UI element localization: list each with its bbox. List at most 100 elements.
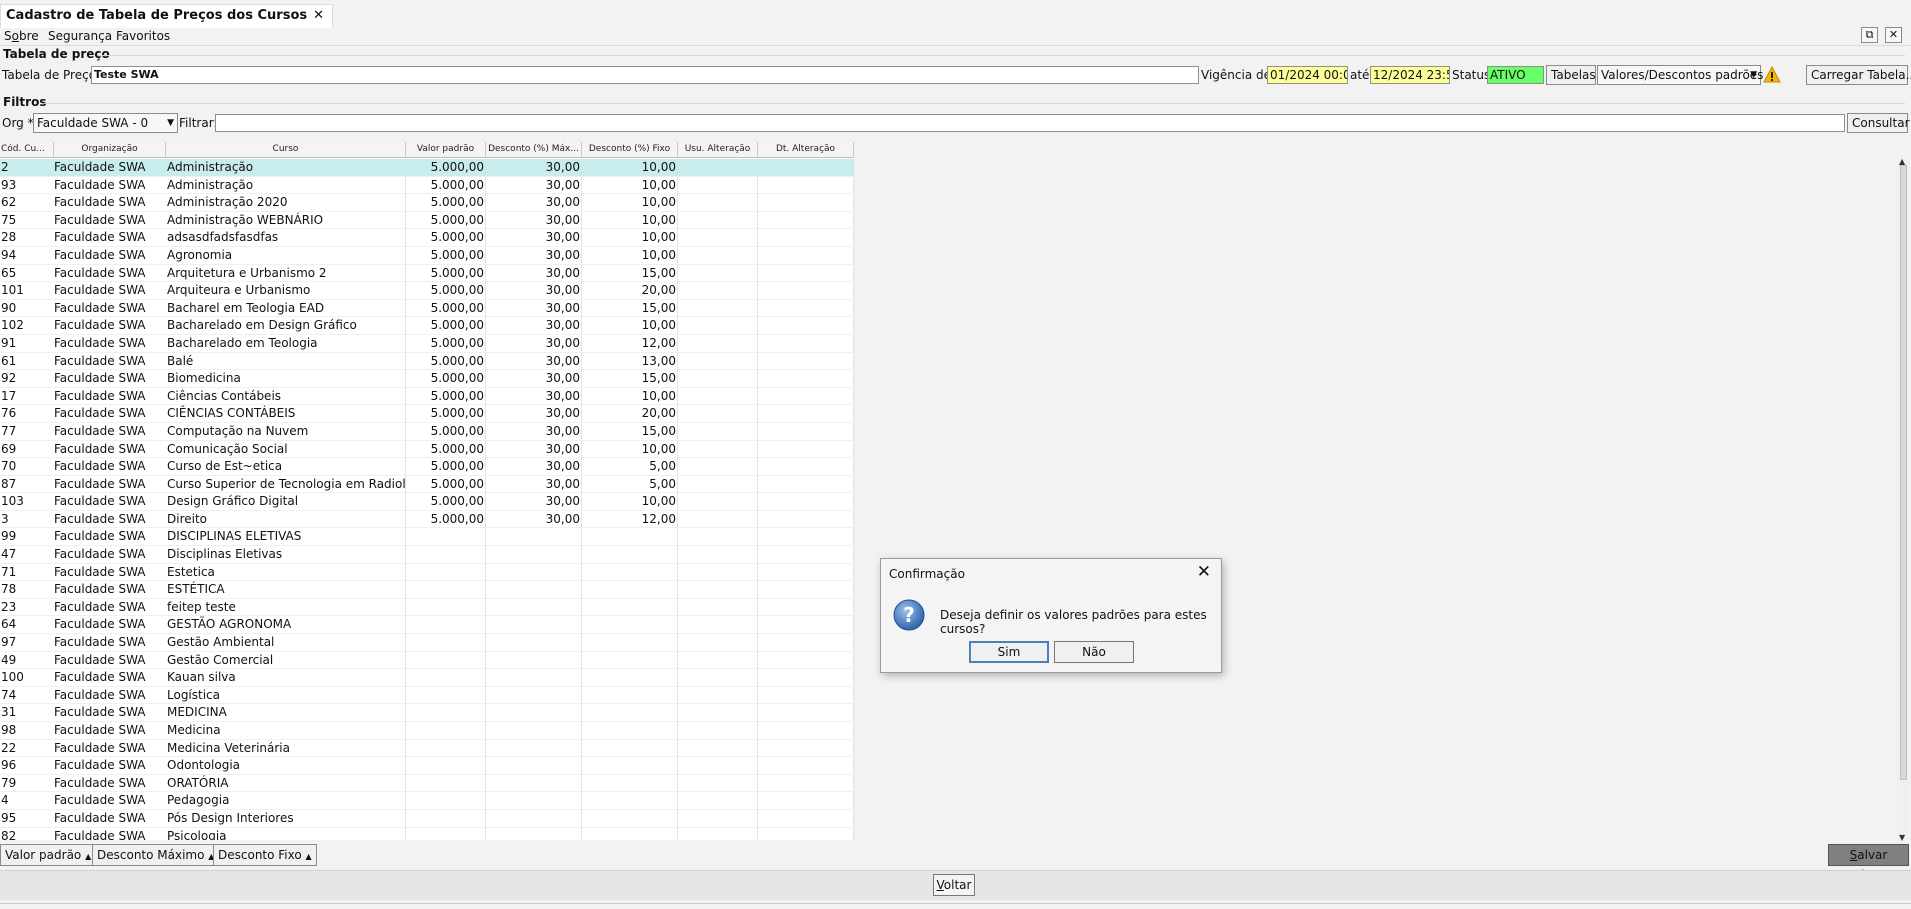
nao-button[interactable]: Não xyxy=(1054,641,1134,663)
table-row[interactable]: 87 Faculdade SWA Curso Superior de Tecnolo… xyxy=(0,476,854,494)
col-desconto-maximo[interactable]: Desconto (%) Máx... xyxy=(486,142,582,158)
table-cell xyxy=(486,581,582,598)
table-row[interactable]: 96 Faculdade SWA Odontologia xyxy=(0,757,854,775)
table-cell: 5.000,00 xyxy=(430,371,484,386)
table-row[interactable]: 31 Faculdade SWA MEDICINA xyxy=(0,704,854,722)
table-row[interactable]: 76 Faculdade SWA CIÊNCIAS CONTÁBEIS 5.000,0… xyxy=(0,405,854,423)
vigencia-de-field[interactable]: 01/2024 00:00 xyxy=(1267,66,1348,84)
table-row[interactable]: 100 Faculdade SWA Kauan silva xyxy=(0,669,854,687)
table-cell xyxy=(406,634,486,651)
table-cell: DISCIPLINAS ELETIVAS xyxy=(167,529,302,544)
table-cell: Faculdade SWA xyxy=(54,388,146,403)
col-organizacao[interactable]: Organização xyxy=(54,142,166,158)
table-cell: Faculdade SWA xyxy=(54,758,146,773)
table-row[interactable]: 93 Faculdade SWA Administração 5.000,00 30,0… xyxy=(0,177,854,195)
dialog-close-icon[interactable]: ✕ xyxy=(1197,562,1211,582)
ate-field[interactable]: 12/2024 23:59 xyxy=(1370,66,1450,84)
tab-close-icon[interactable]: ✕ xyxy=(313,8,324,23)
table-cell: 82 xyxy=(1,828,17,840)
table-cell: 5.000,00 xyxy=(430,283,484,298)
table-cell: 12,00 xyxy=(641,335,676,350)
table-cell xyxy=(486,564,582,581)
menu-favoritos[interactable]: Favoritos xyxy=(116,29,170,43)
table-row[interactable]: 97 Faculdade SWA Gestão Ambiental xyxy=(0,634,854,652)
table-row[interactable]: 95 Faculdade SWA Pós Design Interiores xyxy=(0,810,854,828)
col-usu-alteracao[interactable]: Usu. Alteração xyxy=(678,142,758,158)
menu-sobre[interactable]: Sobre xyxy=(4,29,39,43)
table-row[interactable]: 78 Faculdade SWA ESTÉTICA xyxy=(0,581,854,599)
table-row[interactable]: 102 Faculdade SWA Bacharelado em Design Gr… xyxy=(0,317,854,335)
status-field[interactable]: ATIVO xyxy=(1487,66,1544,84)
table-cell: Faculdade SWA xyxy=(54,617,146,632)
table-row[interactable]: 17 Faculdade SWA Ciências Contábeis 5.000,0… xyxy=(0,388,854,406)
table-row[interactable]: 2 Faculdade SWA Administração 5.000,00 30,00… xyxy=(0,159,854,177)
desconto-fixo-button[interactable]: Desconto Fixo ▲ xyxy=(213,844,317,866)
col-cod-curso[interactable]: Cód. Cu... xyxy=(0,142,54,158)
filtrar-input[interactable] xyxy=(215,114,1845,132)
valores-descontos-combo[interactable]: Valores/Descontos padrões ▼ xyxy=(1597,65,1763,85)
table-row[interactable]: 77 Faculdade SWA Computação na Nuvem 5.000,… xyxy=(0,423,854,441)
desconto-maximo-button[interactable]: Desconto Máximo ▲ xyxy=(92,844,220,866)
menu-seguranca[interactable]: Segurança xyxy=(48,29,112,43)
table-cell: 15,00 xyxy=(641,371,676,386)
table-row[interactable]: 71 Faculdade SWA Estetica xyxy=(0,564,854,582)
sim-button[interactable]: Sim xyxy=(969,641,1049,663)
table-cell xyxy=(406,546,486,563)
table-cell: 49 xyxy=(1,652,17,667)
table-cell: 65 xyxy=(1,265,17,280)
table-row[interactable]: 61 Faculdade SWA Balé 5.000,00 30,00 13,00 xyxy=(0,353,854,371)
scroll-down-icon[interactable]: ▼ xyxy=(1899,833,1905,842)
table-row[interactable]: 4 Faculdade SWA Pedagogia xyxy=(0,792,854,810)
table-row[interactable]: 22 Faculdade SWA Medicina Veterinária xyxy=(0,740,854,758)
scroll-thumb[interactable] xyxy=(1900,165,1907,780)
table-cell: 10,00 xyxy=(641,494,676,509)
table-row[interactable]: 91 Faculdade SWA Bacharelado em Teologia 5.… xyxy=(0,335,854,353)
valor-padrao-button[interactable]: Valor padrão ▲ xyxy=(0,844,97,866)
table-row[interactable]: 103 Faculdade SWA Design Gráfico Digital 5.… xyxy=(0,493,854,511)
table-row[interactable]: 94 Faculdade SWA Agronomia 5.000,00 30,00 10,… xyxy=(0,247,854,265)
table-row[interactable]: 79 Faculdade SWA ORATÓRIA xyxy=(0,775,854,793)
table-cell: Direito xyxy=(167,511,208,526)
table-scrollbar[interactable]: ▲ ▼ xyxy=(1898,157,1909,842)
table-row[interactable]: 82 Faculdade SWA Psicologia xyxy=(0,828,854,840)
voltar-button[interactable]: Voltar xyxy=(933,874,975,896)
table-row[interactable]: 49 Faculdade SWA Gestão Comercial xyxy=(0,652,854,670)
table-cell xyxy=(486,757,582,774)
tabelas-button[interactable]: Tabelas xyxy=(1546,65,1596,85)
table-row[interactable]: 65 Faculdade SWA Arquitetura e Urbanismo 2… xyxy=(0,265,854,283)
table-row[interactable]: 23 Faculdade SWA feitep teste xyxy=(0,599,854,617)
tab-cadastro-tabela-precos[interactable]: Cadastro de Tabela de Preços dos Cursos ✕ xyxy=(0,4,334,28)
table-row[interactable]: 28 Faculdade SWA adsasdfadsfasdfas 5.000,00… xyxy=(0,229,854,247)
table-row[interactable]: 64 Faculdade SWA GESTÃO AGRONOMA xyxy=(0,616,854,635)
table-cell: 30,00 xyxy=(545,212,580,227)
col-dt-alteracao[interactable]: Dt. Alteração xyxy=(758,142,854,158)
carregar-tabela-button[interactable]: Carregar Tabela... xyxy=(1806,65,1911,85)
chevron-down-icon: ▼ xyxy=(1750,70,1757,80)
table-row[interactable]: 47 Faculdade SWA Disciplinas Eletivas xyxy=(0,546,854,564)
col-desconto-fixo[interactable]: Desconto (%) Fixo xyxy=(582,142,678,158)
col-valor-padrao[interactable]: Valor padrão xyxy=(406,142,486,158)
table-row[interactable]: 92 Faculdade SWA Biomedicina 5.000,00 30,00 1… xyxy=(0,370,854,388)
org-combo[interactable]: Faculdade SWA - 0 ▼ xyxy=(33,113,178,133)
detach-window-icon[interactable]: ⧉ xyxy=(1861,27,1878,43)
table-cell: 99 xyxy=(1,529,17,544)
table-row[interactable]: 90 Faculdade SWA Bacharel em Teologia EAD 5… xyxy=(0,300,854,318)
table-row[interactable]: 62 Faculdade SWA Administração 2020 5.000,0… xyxy=(0,194,854,212)
table-row[interactable]: 99 Faculdade SWA DISCIPLINAS ELETIVAS xyxy=(0,528,854,547)
cursos-table: Cód. Cu... Organização Curso Valor padrã… xyxy=(0,142,854,840)
table-row[interactable]: 69 Faculdade SWA Comunicação Social 5.000,0… xyxy=(0,441,854,459)
table-cell: 30,00 xyxy=(545,335,580,350)
table-row[interactable]: 70 Faculdade SWA Curso de Est~etica 5.000,0… xyxy=(0,458,854,476)
col-curso[interactable]: Curso xyxy=(166,142,406,158)
table-row[interactable]: 101 Faculdade SWA Arquiteura e Urbanismo 5.… xyxy=(0,282,854,300)
table-cell: 64 xyxy=(1,617,17,632)
close-window-icon[interactable]: ✕ xyxy=(1885,27,1902,43)
tabela-preco-field[interactable]: Teste SWA xyxy=(91,66,1199,84)
table-cell: 5.000,00 xyxy=(430,511,484,526)
table-row[interactable]: 3 Faculdade SWA Direito 5.000,00 30,00 12,00 xyxy=(0,511,854,529)
table-row[interactable]: 98 Faculdade SWA Medicina xyxy=(0,722,854,740)
consultar-button[interactable]: Consultar xyxy=(1847,113,1910,133)
salvar-valores-button[interactable]: Salvar valores xyxy=(1828,844,1909,882)
table-row[interactable]: 74 Faculdade SWA Logística xyxy=(0,687,854,705)
table-row[interactable]: 75 Faculdade SWA Administração WEBNÁRIO 5.0… xyxy=(0,212,854,230)
